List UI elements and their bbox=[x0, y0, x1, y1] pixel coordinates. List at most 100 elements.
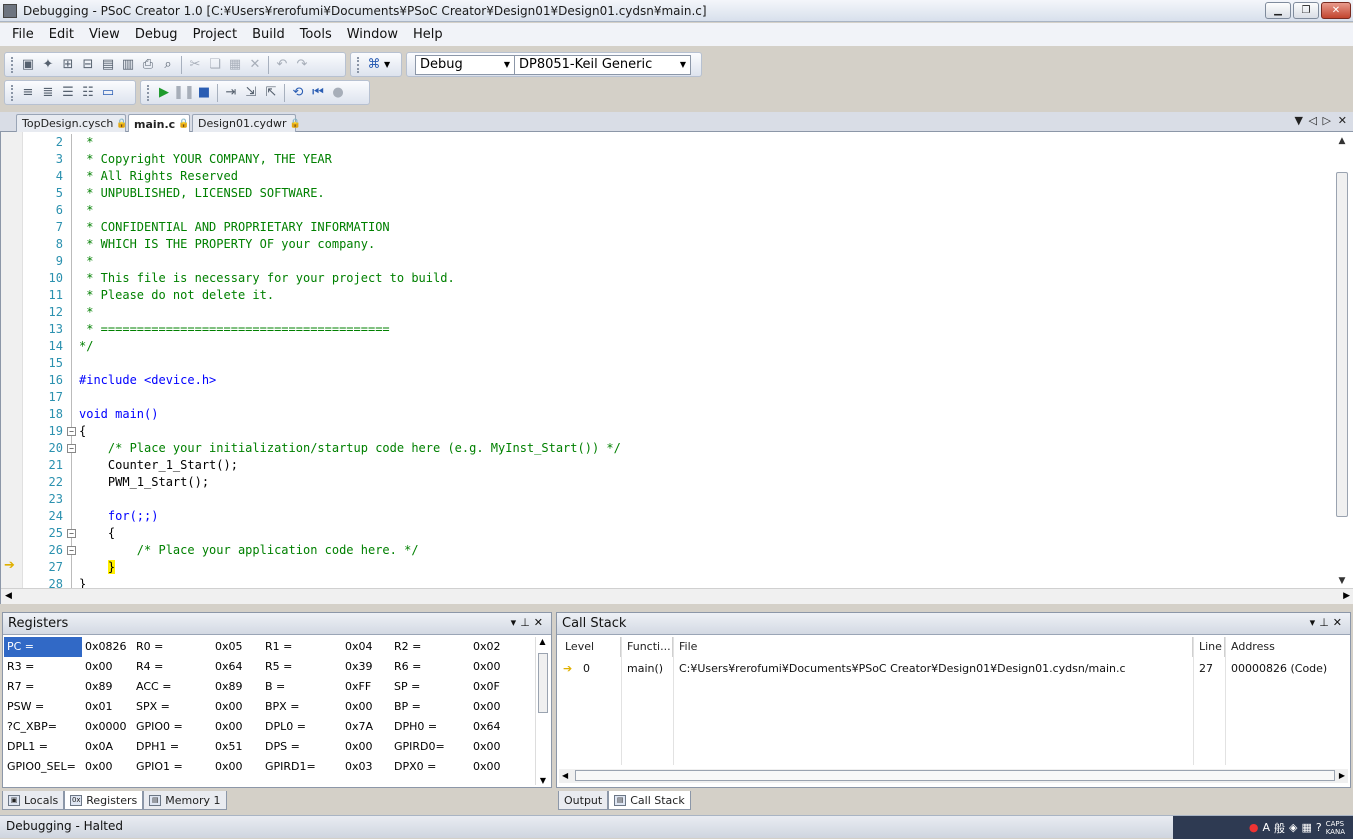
code-line[interactable]: 18 void main() bbox=[23, 406, 1323, 423]
scroll-thumb[interactable] bbox=[1336, 172, 1348, 517]
menu-edit[interactable]: Edit bbox=[43, 27, 80, 42]
code-line[interactable]: 15 bbox=[23, 355, 1323, 372]
register-value[interactable]: 0x0F bbox=[473, 677, 500, 697]
menu-project[interactable]: Project bbox=[187, 27, 243, 42]
register-value[interactable]: 0x00 bbox=[473, 737, 501, 757]
help-icon[interactable]: ? bbox=[1316, 821, 1322, 834]
register-name[interactable]: DPH1 = bbox=[136, 737, 179, 757]
code-text-area[interactable]: 2 * 3 * Copyright YOUR COMPANY, THE YEAR 4… bbox=[23, 132, 1331, 588]
register-value[interactable]: 0x00 bbox=[473, 757, 501, 777]
fold-toggle-icon[interactable]: − bbox=[67, 444, 76, 453]
register-name[interactable]: R5 = bbox=[265, 657, 292, 677]
register-value[interactable]: 0x39 bbox=[345, 657, 373, 677]
tab-main-c[interactable]: main.c 🔒 bbox=[128, 114, 190, 133]
register-value[interactable]: 0x00 bbox=[473, 657, 501, 677]
code-line[interactable]: 22 PWM_1_Start(); bbox=[23, 474, 1323, 491]
panel-close-icon[interactable]: ✕ bbox=[1333, 616, 1346, 629]
column-header-address[interactable]: Address bbox=[1225, 637, 1349, 657]
code-line[interactable]: 11 * Please do not delete it. bbox=[23, 287, 1323, 304]
register-name[interactable]: B = bbox=[265, 677, 285, 697]
code-line[interactable]: 5 * UNPUBLISHED, LICENSED SOFTWARE. bbox=[23, 185, 1323, 202]
register-value[interactable]: 0x00 bbox=[345, 697, 373, 717]
code-line[interactable]: 4 * All Rights Reserved bbox=[23, 168, 1323, 185]
code-line[interactable]: 26− /* Place your application code here.… bbox=[23, 542, 1323, 559]
tab-locals[interactable]: ▣ Locals bbox=[2, 791, 65, 810]
register-name[interactable]: BPX = bbox=[265, 697, 299, 717]
register-name[interactable]: DPL0 = bbox=[265, 717, 306, 737]
register-value[interactable]: 0x00 bbox=[85, 657, 113, 677]
add-item-icon[interactable]: ⊞ bbox=[58, 55, 78, 75]
tab-call-stack[interactable]: ▤ Call Stack bbox=[608, 791, 691, 810]
code-line[interactable]: 6 * bbox=[23, 202, 1323, 219]
bookmark-icon[interactable]: ▭ bbox=[98, 83, 118, 103]
code-line[interactable]: 14 */ bbox=[23, 338, 1323, 355]
code-line[interactable]: 19−{ bbox=[23, 423, 1323, 440]
pin-icon[interactable]: ⊥ bbox=[1319, 616, 1333, 629]
register-value[interactable]: 0x89 bbox=[215, 677, 243, 697]
register-name[interactable]: R0 = bbox=[136, 637, 163, 657]
stop-icon[interactable]: ■ bbox=[194, 83, 214, 103]
registers-scrollbar[interactable]: ▲ ▼ bbox=[535, 637, 549, 785]
scroll-right-icon[interactable]: ▶ bbox=[1343, 591, 1350, 601]
tab-scroll-right-icon[interactable]: ▷ bbox=[1323, 114, 1331, 127]
code-line[interactable]: 8 * WHICH IS THE PROPERTY OF your compan… bbox=[23, 236, 1323, 253]
editor-vertical-scrollbar[interactable]: ▲ ▼ bbox=[1335, 136, 1349, 588]
undo-icon[interactable]: ↶ bbox=[272, 55, 292, 75]
register-value[interactable]: 0x64 bbox=[215, 657, 243, 677]
register-value[interactable]: 0x0826 bbox=[85, 637, 127, 657]
new-project-icon[interactable]: ▣ bbox=[18, 55, 38, 75]
register-name[interactable]: R7 = bbox=[7, 677, 34, 697]
menu-build[interactable]: Build bbox=[246, 27, 291, 42]
restart-icon[interactable]: ⏮ bbox=[308, 83, 328, 103]
register-value[interactable]: 0x00 bbox=[215, 757, 243, 777]
scroll-thumb[interactable] bbox=[538, 653, 548, 713]
step-out-icon[interactable]: ⇱ bbox=[261, 83, 281, 103]
open-folder-icon[interactable]: ⊟ bbox=[78, 55, 98, 75]
pause-icon[interactable]: ❚❚ bbox=[173, 83, 195, 103]
register-name[interactable]: R2 = bbox=[394, 637, 421, 657]
tab-memory-1[interactable]: ▤ Memory 1 bbox=[143, 791, 227, 810]
breakpoint-icon[interactable]: ● bbox=[328, 83, 348, 103]
code-line[interactable]: 20− /* Place your initialization/startup… bbox=[23, 440, 1323, 457]
menu-window[interactable]: Window bbox=[341, 27, 404, 42]
menu-debug[interactable]: Debug bbox=[129, 27, 184, 42]
new-file-icon[interactable]: ✦ bbox=[38, 55, 58, 75]
register-value[interactable]: 0x02 bbox=[473, 637, 501, 657]
step-over-icon[interactable]: ⇲ bbox=[241, 83, 261, 103]
menu-file[interactable]: File bbox=[6, 27, 40, 42]
copy-icon[interactable]: ❏ bbox=[205, 55, 225, 75]
panel-close-icon[interactable]: ✕ bbox=[534, 616, 547, 629]
indicator-margin[interactable]: ➔ bbox=[1, 132, 23, 604]
save-all-icon[interactable]: ▥ bbox=[118, 55, 138, 75]
register-name[interactable]: R3 = bbox=[7, 657, 34, 677]
fold-toggle-icon[interactable]: − bbox=[67, 529, 76, 538]
code-line[interactable]: 3 * Copyright YOUR COMPANY, THE YEAR bbox=[23, 151, 1323, 168]
scroll-down-icon[interactable]: ▼ bbox=[1335, 576, 1349, 588]
register-name[interactable]: SPX = bbox=[136, 697, 170, 717]
save-icon[interactable]: ▤ bbox=[98, 55, 118, 75]
menu-tools[interactable]: Tools bbox=[294, 27, 338, 42]
fold-toggle-icon[interactable]: − bbox=[67, 427, 76, 436]
register-value[interactable]: 0x64 bbox=[473, 717, 501, 737]
scroll-down-icon[interactable]: ▼ bbox=[536, 776, 550, 785]
register-value[interactable]: 0xFF bbox=[345, 677, 371, 697]
tab-output[interactable]: Output bbox=[558, 791, 609, 810]
register-name[interactable]: R1 = bbox=[265, 637, 292, 657]
tab-list-dropdown-icon[interactable]: ▼ bbox=[1295, 114, 1303, 127]
code-line[interactable]: 28} bbox=[23, 576, 1323, 588]
resume-icon[interactable]: ▶ bbox=[154, 83, 174, 103]
register-name[interactable]: DPX0 = bbox=[394, 757, 436, 777]
code-line[interactable]: 7 * CONFIDENTIAL AND PROPRIETARY INFORMA… bbox=[23, 219, 1323, 236]
register-value[interactable]: 0x00 bbox=[85, 757, 113, 777]
code-editor[interactable]: ➔ 2 * 3 * Copyright YOUR COMPANY, THE YEA… bbox=[0, 132, 1353, 604]
column-header-file[interactable]: File bbox=[673, 637, 1193, 657]
register-name[interactable]: ?C_XBP= bbox=[7, 717, 57, 737]
register-name[interactable]: GPIRD1= bbox=[265, 757, 316, 777]
close-button[interactable]: ✕ bbox=[1321, 2, 1351, 19]
register-name[interactable]: BP = bbox=[394, 697, 421, 717]
reset-icon[interactable]: ⟲ bbox=[288, 83, 308, 103]
cut-icon[interactable]: ✂ bbox=[185, 55, 205, 75]
table-row[interactable]: ➔ 0 main() C:¥Users¥rerofumi¥Documents¥P… bbox=[557, 659, 1350, 679]
column-header-level[interactable]: Level bbox=[559, 637, 621, 657]
pin-icon[interactable]: ⊥ bbox=[520, 616, 534, 629]
